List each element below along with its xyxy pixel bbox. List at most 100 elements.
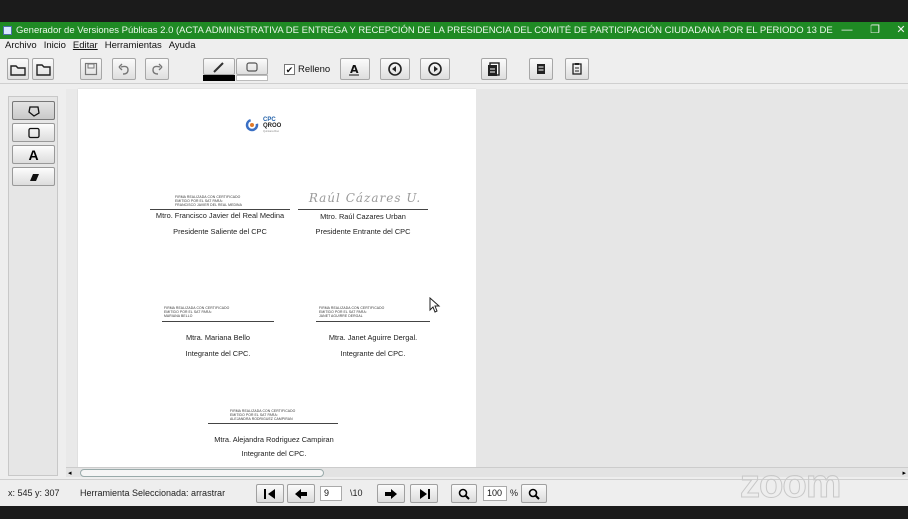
document-stack-button[interactable] xyxy=(481,58,507,80)
window-title: Generador de Versiones Públicas 2.0 (ACT… xyxy=(16,25,836,36)
signature-line-4 xyxy=(316,321,430,322)
text-tool-icon: A xyxy=(28,146,39,163)
open-button[interactable] xyxy=(7,58,29,80)
text-color-button[interactable]: A xyxy=(340,58,370,80)
rotate-left-button[interactable] xyxy=(380,58,410,80)
menu-bar: Archivo Inicio Editar Herramientas Ayuda xyxy=(0,39,908,53)
text-color-icon: A xyxy=(349,63,359,76)
next-page-button[interactable] xyxy=(377,484,405,503)
work-area: A CPC QROO Quintana Roo FIRMA REALIZADA … xyxy=(0,84,908,479)
eraser-tool-icon xyxy=(29,173,39,181)
logo-bottom-text: QROO xyxy=(263,123,282,129)
zoom-watermark: zoom xyxy=(739,462,841,507)
handwritten-signature-2: Raúl Cázares U. xyxy=(308,191,422,205)
cert-stamp-1: FIRMA REALIZADA CON CERTIFICADO EMITIDO … xyxy=(175,195,242,207)
eraser-tool[interactable] xyxy=(12,167,55,186)
signature-name-4: Mtra. Janet Aguirre Dergal. xyxy=(328,333,418,342)
minimize-button[interactable]: — xyxy=(834,22,860,39)
page-total: \10 xyxy=(350,488,363,498)
eraser-stamp-icon xyxy=(246,61,258,72)
save-icon xyxy=(84,62,98,76)
signature-line-5 xyxy=(208,423,338,424)
scroll-right-icon[interactable]: ▸ xyxy=(902,469,906,477)
signature-role-1: Presidente Saliente del CPC xyxy=(173,227,267,236)
signature-role-4: Integrante del CPC. xyxy=(340,349,406,358)
cert-stamp-5: FIRMA REALIZADA CON CERTIFICADO EMITIDO … xyxy=(230,409,296,421)
bottom-margin xyxy=(0,506,908,519)
mouse-cursor-icon xyxy=(429,297,441,313)
document-stack-icon xyxy=(488,62,500,76)
maximize-button[interactable]: ❐ xyxy=(862,22,888,39)
document-icon xyxy=(537,64,545,74)
undo-icon xyxy=(118,63,129,75)
stroke-color-swatch[interactable] xyxy=(203,75,235,81)
svg-text:A: A xyxy=(350,63,359,76)
tool-panel: A xyxy=(8,96,58,476)
logo-sub-text: Quintana Roo xyxy=(263,130,280,133)
close-button[interactable]: ✕ xyxy=(888,22,908,39)
toolbar: ✔ Relleno A xyxy=(0,53,908,84)
save-button[interactable] xyxy=(80,58,102,80)
fill-color-button[interactable] xyxy=(236,58,268,75)
next-page-icon xyxy=(385,488,397,499)
redo-button[interactable] xyxy=(145,58,169,80)
menu-archivo[interactable]: Archivo xyxy=(5,40,37,51)
menu-inicio[interactable]: Inicio xyxy=(44,40,66,51)
signature-name-2: Mtro. Raúl Cazares Urban xyxy=(320,212,406,221)
canvas-empty-area[interactable] xyxy=(476,89,908,467)
fill-checkbox-box[interactable]: ✔ xyxy=(284,63,295,75)
open-folder-icon xyxy=(10,64,26,76)
page-number-field[interactable]: 9 xyxy=(320,486,342,501)
zoom-in-icon xyxy=(458,488,470,500)
text-tool[interactable]: A xyxy=(12,145,55,164)
menu-editar[interactable]: Editar xyxy=(73,40,98,51)
undo-button[interactable] xyxy=(112,58,136,80)
new-button[interactable] xyxy=(32,58,54,80)
signature-role-5: Integrante del CPC. xyxy=(241,449,307,458)
scroll-thumb[interactable] xyxy=(80,469,324,477)
pencil-icon xyxy=(213,61,224,73)
document-page[interactable]: CPC QROO Quintana Roo FIRMA REALIZADA CO… xyxy=(78,89,476,467)
new-folder-icon xyxy=(36,63,51,76)
signature-name-3: Mtra. Mariana Bello xyxy=(185,333,251,342)
first-page-button[interactable] xyxy=(256,484,284,503)
polygon-tool-icon xyxy=(27,105,40,117)
rotate-left-icon xyxy=(388,62,402,76)
zoom-out-icon xyxy=(528,488,540,500)
cpc-logo: CPC QROO Quintana Roo xyxy=(245,116,305,138)
signature-name-1: Mtro. Francisco Javier del Real Medina xyxy=(155,211,285,220)
clipboard-icon xyxy=(572,63,582,75)
app-frame: Generador de Versiones Públicas 2.0 (ACT… xyxy=(0,0,908,519)
rotate-right-button[interactable] xyxy=(420,58,450,80)
fill-color-swatch[interactable] xyxy=(236,75,268,81)
fill-checkbox-label: Relleno xyxy=(298,63,331,75)
title-bar: Generador de Versiones Públicas 2.0 (ACT… xyxy=(0,22,908,39)
rotate-right-icon xyxy=(428,62,442,76)
cert-stamp-4: FIRMA REALIZADA CON CERTIFICADO EMITIDO … xyxy=(319,306,385,318)
first-page-icon xyxy=(264,488,275,499)
zoom-out-button[interactable] xyxy=(521,484,547,503)
zoom-in-button[interactable] xyxy=(451,484,477,503)
signature-name-5: Mtra. Alejandra Rodriguez Campiran xyxy=(214,435,334,444)
polygon-tool[interactable] xyxy=(12,101,55,120)
signature-role-3: Integrante del CPC. xyxy=(185,349,251,358)
canvas-area[interactable]: CPC QROO Quintana Roo FIRMA REALIZADA CO… xyxy=(66,89,908,467)
document-button[interactable] xyxy=(529,58,553,80)
scroll-left-icon[interactable]: ◂ xyxy=(68,469,72,477)
zoom-field[interactable]: 100 xyxy=(483,486,507,501)
menu-herramientas[interactable]: Herramientas xyxy=(105,40,162,51)
cursor-coordinates: x: 545 y: 307 xyxy=(8,488,60,498)
selected-tool-label: Herramienta Seleccionada: arrastrar xyxy=(80,488,226,498)
signature-role-2: Presidente Entrante del CPC xyxy=(315,227,411,236)
clipboard-button[interactable] xyxy=(565,58,589,80)
last-page-icon xyxy=(420,488,430,499)
rectangle-tool[interactable] xyxy=(12,123,55,142)
stroke-color-button[interactable] xyxy=(203,58,235,75)
previous-page-button[interactable] xyxy=(287,484,315,503)
signature-line-3 xyxy=(162,321,274,322)
app-icon xyxy=(3,26,12,35)
fill-checkbox[interactable]: ✔ Relleno xyxy=(284,61,330,77)
last-page-button[interactable] xyxy=(410,484,438,503)
menu-ayuda[interactable]: Ayuda xyxy=(169,40,196,51)
cert-stamp-3: FIRMA REALIZADA CON CERTIFICADO EMITIDO … xyxy=(164,306,230,318)
